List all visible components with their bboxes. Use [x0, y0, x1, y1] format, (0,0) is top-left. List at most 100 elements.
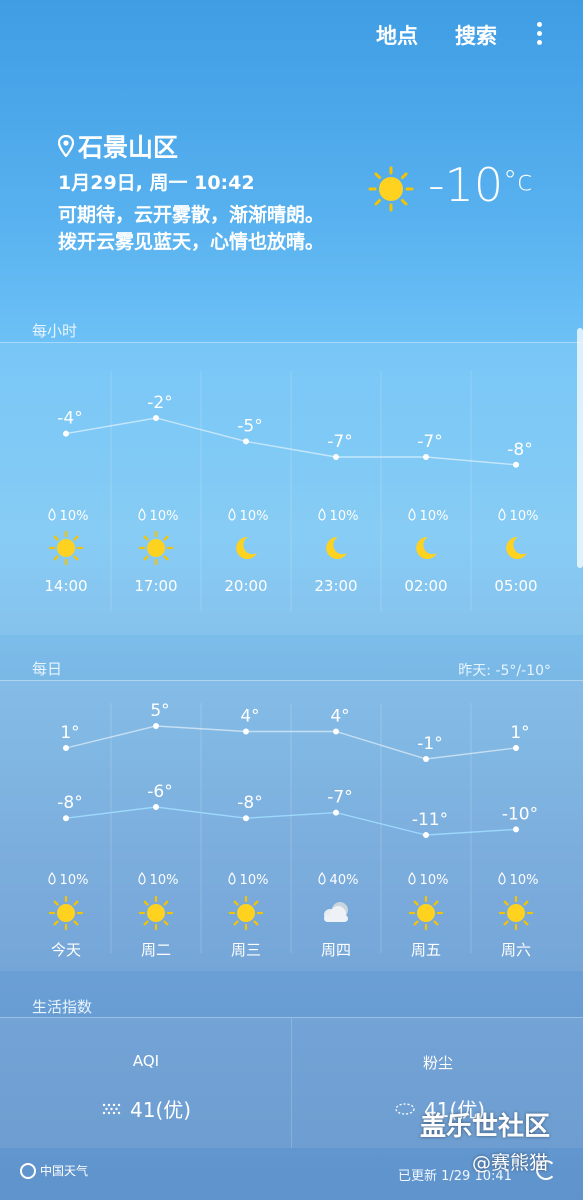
logo-mark-icon — [20, 1162, 36, 1179]
hourly-temp-point — [423, 454, 429, 460]
daily-high-point — [243, 728, 249, 735]
daily-high-point — [333, 728, 339, 735]
precip-drop-icon — [138, 872, 146, 885]
more-options-icon[interactable] — [537, 22, 543, 49]
daily-day: 周三 — [231, 941, 261, 959]
temp-unit: °c — [503, 164, 533, 197]
daily-high-temp: 5° — [150, 701, 169, 721]
daily-high-temp: 1° — [510, 723, 529, 743]
precip-drop-icon — [48, 508, 56, 521]
precip-drop-icon — [228, 872, 236, 885]
weather-provider-logo[interactable]: 中国天气 — [20, 1162, 88, 1179]
hourly-temp: -5° — [237, 416, 262, 436]
daily-precip: 10% — [60, 873, 89, 888]
precip-drop-icon — [228, 508, 236, 521]
daily-high-point — [513, 745, 519, 751]
hourly-temp: -7° — [417, 432, 442, 452]
moon-icon — [326, 536, 347, 559]
hourly-precip: 10% — [60, 509, 89, 524]
hourly-precip: 10% — [510, 509, 539, 524]
daily-day: 今天 — [51, 941, 81, 959]
hourly-time: 20:00 — [224, 577, 267, 595]
daily-day: 周二 — [141, 941, 171, 959]
aqi-title: AQI — [132, 1052, 160, 1070]
hourly-label: 每小时 — [32, 322, 78, 340]
watermark-author: @赛熊猫 — [472, 1152, 549, 1174]
cloud-icon — [324, 902, 348, 922]
daily-day: 周六 — [501, 941, 531, 959]
location-title: 石景山区 — [58, 128, 178, 164]
daily-low-temp: -8° — [237, 793, 262, 813]
aqi-value: 41(优) — [130, 1098, 192, 1122]
precip-drop-icon — [48, 872, 56, 885]
sun-icon — [138, 895, 174, 931]
description-line-1: 可期待，云开雾散，渐渐晴朗。 — [58, 204, 325, 226]
search-button[interactable]: 搜索 — [455, 20, 497, 50]
hourly-chart: -4° 10% 14:00 -2° 10% 17:00 -5° 10% 20:00 -7° 10% 2… — [44, 371, 539, 611]
daily-precip: 10% — [150, 873, 179, 888]
yesterday-summary: 昨天: -5°/-10° — [458, 663, 551, 679]
daily-label: 每日 — [32, 660, 63, 678]
description-line-2: 拨开云雾见蓝天，心情也放晴。 — [58, 231, 325, 253]
daily-low-point — [153, 804, 159, 810]
daily-precip: 10% — [510, 873, 539, 888]
sun-icon — [498, 895, 534, 931]
moon-icon — [236, 536, 257, 559]
aqi-item[interactable]: 41(优) — [102, 1094, 191, 1123]
weather-description: 可期待，云开雾散，渐渐晴朗。 拨开云雾见蓝天，心情也放晴。 — [58, 202, 324, 256]
hourly-panel: -4° 10% 14:00 -2° 10% 17:00 -5° 10% 20:00 -7° 10% 2… — [0, 342, 583, 635]
precip-drop-icon — [498, 872, 506, 885]
daily-high-point — [63, 745, 69, 751]
daily-chart: 1° -8° 10% 今天 5° -6° 10% 周二 4° -8° 10% 周三 4° -7° 40% 周四… — [48, 701, 539, 959]
current-temp-value: -10 — [428, 158, 504, 212]
daily-low-temp: -8° — [57, 793, 82, 813]
sun-icon — [48, 895, 84, 931]
hourly-temp-point — [333, 454, 339, 460]
location-button[interactable]: 地点 — [376, 20, 418, 50]
daily-high-point — [153, 723, 159, 729]
hourly-precip: 10% — [240, 509, 269, 524]
hourly-time: 23:00 — [314, 577, 357, 595]
hourly-time: 05:00 — [494, 577, 537, 595]
daily-low-point — [333, 809, 339, 816]
precip-drop-icon — [138, 508, 146, 521]
daily-high-temp: 1° — [60, 723, 79, 743]
hourly-temp: -7° — [327, 432, 352, 452]
hourly-temp: -2° — [147, 393, 172, 413]
precip-drop-icon — [408, 872, 416, 885]
daily-precip: 10% — [420, 873, 449, 888]
daily-low-point — [513, 826, 519, 833]
watermark-text: 盖乐世社区 — [420, 1112, 551, 1142]
daily-precip: 40% — [330, 873, 359, 888]
hourly-precip: 10% — [330, 509, 359, 524]
hourly-time: 14:00 — [44, 577, 87, 595]
location-pin-icon — [58, 135, 74, 157]
daily-day: 周四 — [321, 941, 351, 959]
location-name: 石景山区 — [78, 133, 179, 162]
sun-icon — [138, 530, 174, 566]
daily-low-temp: -11° — [412, 810, 448, 830]
daily-day: 周五 — [411, 941, 441, 959]
current-temperature: -10°c — [428, 158, 533, 212]
hourly-temp-point — [153, 415, 159, 421]
precip-drop-icon — [318, 872, 326, 885]
daily-high-temp: 4° — [330, 707, 349, 727]
hourly-temp: -4° — [57, 409, 82, 429]
daily-high-point — [423, 756, 429, 762]
hourly-time: 17:00 — [134, 577, 177, 595]
sun-icon — [228, 895, 264, 931]
hourly-time: 02:00 — [404, 577, 447, 595]
precip-drop-icon — [408, 508, 416, 521]
daily-high-temp: -1° — [417, 734, 442, 754]
daily-high-temp: 4° — [240, 707, 259, 727]
current-datetime: 1月29日, 周一 10:42 — [58, 172, 255, 194]
daily-panel: 1° -8° 10% 今天 5° -6° 10% 周二 4° -8° 10% 周三 4° -7° 40% 周四… — [0, 680, 583, 971]
hourly-temp-point — [63, 430, 69, 437]
precip-drop-icon — [498, 508, 506, 521]
hourly-precip: 10% — [150, 509, 179, 524]
hourly-temp-point — [513, 461, 519, 468]
daily-low-temp: -6° — [147, 782, 172, 802]
dust-title: 粉尘 — [422, 1054, 453, 1072]
hourly-temp-point — [243, 438, 249, 445]
sun-icon — [48, 530, 84, 566]
